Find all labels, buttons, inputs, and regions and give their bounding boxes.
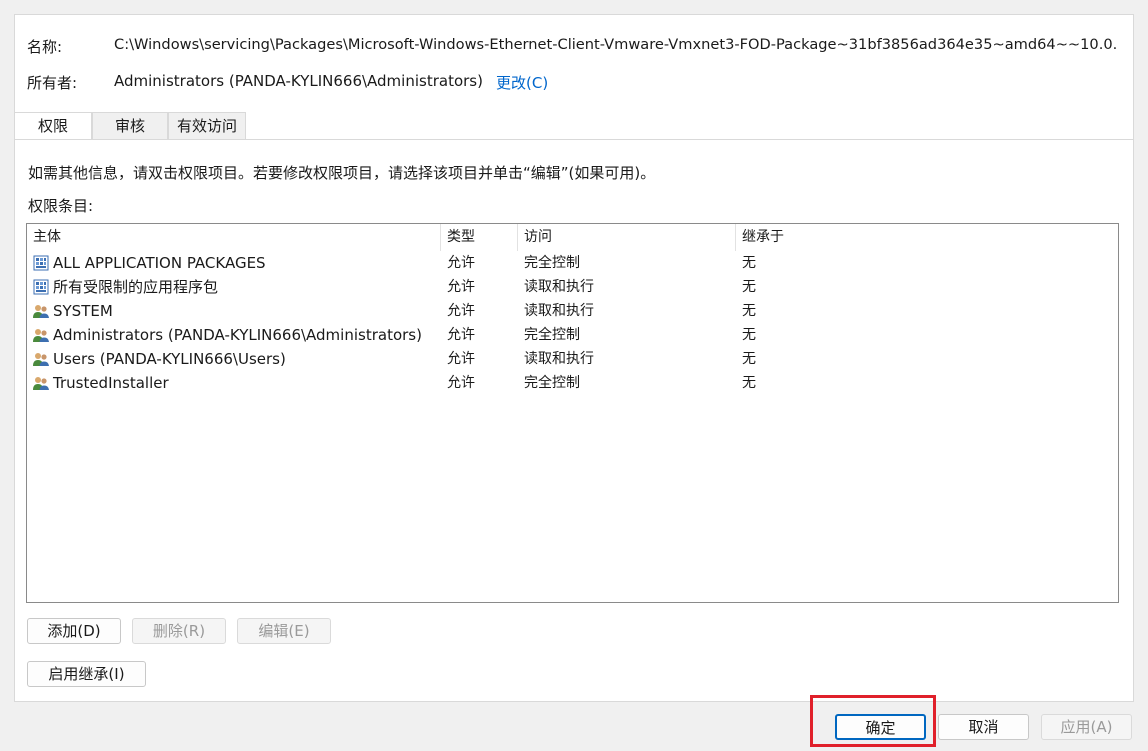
access-cell: 完全控制 xyxy=(524,375,580,391)
type-cell: 允许 xyxy=(447,279,475,295)
type-cell: 允许 xyxy=(447,327,475,343)
table-row[interactable]: SYSTEM 允许 读取和执行 无 xyxy=(27,299,1118,323)
ok-button-highlight xyxy=(810,695,936,747)
principal-cell: Users (PANDA-KYLIN666\Users) xyxy=(53,350,286,368)
app-package-icon xyxy=(33,279,49,295)
name-label: 名称: xyxy=(27,38,63,56)
type-cell: 允许 xyxy=(447,375,475,391)
table-row[interactable]: 所有受限制的应用程序包 允许 读取和执行 无 xyxy=(27,275,1118,299)
access-cell: 读取和执行 xyxy=(524,351,594,367)
tab-effective-access[interactable]: 有效访问 xyxy=(168,112,246,139)
principal-cell: Administrators (PANDA-KYLIN666\Administr… xyxy=(53,326,422,344)
principal-cell: SYSTEM xyxy=(53,302,113,320)
users-group-icon xyxy=(33,303,49,319)
owner-label: 所有者: xyxy=(27,74,78,92)
enable-inheritance-button[interactable]: 启用继承(I) xyxy=(27,661,146,687)
inherited-from-cell: 无 xyxy=(742,375,756,391)
tab-permissions[interactable]: 权限 xyxy=(14,112,92,140)
column-header-access[interactable]: 访问 xyxy=(518,224,735,251)
users-group-icon xyxy=(33,375,49,391)
tab-divider xyxy=(14,139,1134,140)
column-header-type[interactable]: 类型 xyxy=(441,224,517,251)
info-text: 如需其他信息，请双击权限项目。若要修改权限项目，请选择该项目并单击“编辑”(如果… xyxy=(28,164,656,182)
principal-cell: 所有受限制的应用程序包 xyxy=(53,278,219,296)
type-cell: 允许 xyxy=(447,351,475,367)
inherited-from-cell: 无 xyxy=(742,327,756,343)
column-header-inherited-from[interactable]: 继承于 xyxy=(736,224,1116,251)
change-owner-link[interactable]: 更改(C) xyxy=(496,72,548,93)
owner-value: Administrators (PANDA-KYLIN666\Administr… xyxy=(114,72,483,90)
access-cell: 完全控制 xyxy=(524,327,580,343)
app-package-icon xyxy=(33,255,49,271)
cancel-button[interactable]: 取消 xyxy=(938,714,1029,740)
table-row[interactable]: Users (PANDA-KYLIN666\Users) 允许 读取和执行 无 xyxy=(27,347,1118,371)
principal-cell: ALL APPLICATION PACKAGES xyxy=(53,254,266,272)
permission-entries-list[interactable]: 主体 类型 访问 继承于 ALL APPLICATION PACKAGES 允许完… xyxy=(26,223,1119,603)
inherited-from-cell: 无 xyxy=(742,279,756,295)
name-value: C:\Windows\servicing\Packages\Microsoft-… xyxy=(114,36,1118,53)
permission-entries-label: 权限条目: xyxy=(28,197,94,215)
column-header-principal[interactable]: 主体 xyxy=(27,224,440,251)
principal-cell: TrustedInstaller xyxy=(53,374,169,392)
inherited-from-cell: 无 xyxy=(742,303,756,319)
tab-auditing[interactable]: 审核 xyxy=(92,112,168,139)
add-button[interactable]: 添加(D) xyxy=(27,618,121,644)
table-row[interactable]: Administrators (PANDA-KYLIN666\Administr… xyxy=(27,323,1118,347)
edit-button[interactable]: 编辑(E) xyxy=(237,618,331,644)
table-row[interactable]: ALL APPLICATION PACKAGES 允许 完全控制 无 xyxy=(27,251,1118,275)
type-cell: 允许 xyxy=(447,255,475,271)
users-group-icon xyxy=(33,327,49,343)
access-cell: 读取和执行 xyxy=(524,279,594,295)
apply-button[interactable]: 应用(A) xyxy=(1041,714,1132,740)
table-row[interactable]: TrustedInstaller 允许 完全控制 无 xyxy=(27,371,1118,395)
type-cell: 允许 xyxy=(447,303,475,319)
remove-button[interactable]: 删除(R) xyxy=(132,618,226,644)
inherited-from-cell: 无 xyxy=(742,351,756,367)
access-cell: 读取和执行 xyxy=(524,303,594,319)
users-group-icon xyxy=(33,351,49,367)
access-cell: 完全控制 xyxy=(524,255,580,271)
inherited-from-cell: 无 xyxy=(742,255,756,271)
list-header: 主体 类型 访问 继承于 xyxy=(27,224,1118,251)
